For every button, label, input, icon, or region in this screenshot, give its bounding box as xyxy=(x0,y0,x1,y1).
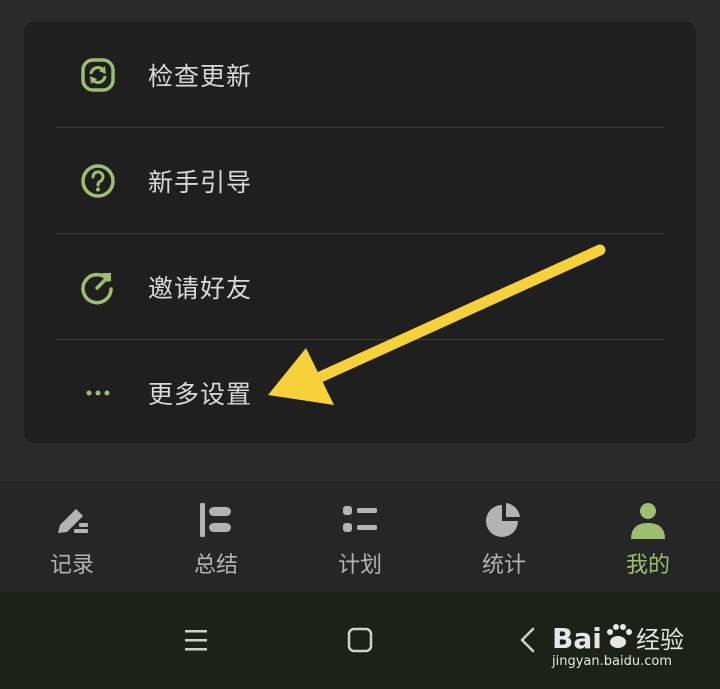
screen: 检查更新 新手引导 邀请好友 更多设置 记录 总结 计划 统计 我的 Bai 经… xyxy=(0,0,720,689)
tab-mine[interactable]: 我的 xyxy=(576,481,720,592)
menu-item-guide[interactable]: 新手引导 xyxy=(56,128,664,234)
share-arrow-icon xyxy=(78,267,118,307)
watermark-url: jingyan.baidu.com xyxy=(552,654,672,669)
more-dots-icon xyxy=(78,373,118,413)
baidu-jingyan-watermark: Bai 经验 jingyan.baidu.com xyxy=(552,618,712,674)
pen-icon xyxy=(58,509,88,533)
menu-item-label: 更多设置 xyxy=(148,380,253,409)
tab-stats[interactable]: 统计 xyxy=(432,481,576,592)
baidu-logo-icon: Bai 经验 xyxy=(552,622,684,655)
menu-item-label: 检查更新 xyxy=(148,61,253,91)
pie-chart-icon xyxy=(486,503,520,537)
menu-item-invite[interactable]: 邀请好友 xyxy=(56,234,664,340)
menu-item-check-update[interactable]: 检查更新 xyxy=(56,22,664,128)
tab-record[interactable]: 记录 xyxy=(0,481,144,592)
svg-text:Bai: Bai xyxy=(552,622,602,655)
tab-label: 总结 xyxy=(193,553,238,578)
tab-label: 我的 xyxy=(625,553,670,578)
home-icon[interactable] xyxy=(340,620,380,660)
back-icon[interactable] xyxy=(508,620,548,660)
bottom-tab-bar: 记录 总结 计划 统计 我的 xyxy=(0,481,720,592)
recent-apps-icon[interactable] xyxy=(176,620,216,660)
tab-label: 记录 xyxy=(49,553,94,578)
question-circle-icon xyxy=(78,161,118,201)
menu-item-more-settings[interactable]: 更多设置 xyxy=(56,340,664,446)
list-icon xyxy=(343,506,377,532)
menu-item-label: 邀请好友 xyxy=(148,273,253,303)
menu-item-label: 新手引导 xyxy=(148,167,253,197)
tab-label: 计划 xyxy=(337,553,382,578)
refresh-icon xyxy=(78,55,118,95)
svg-text:经验: 经验 xyxy=(636,626,684,654)
tab-label: 统计 xyxy=(481,553,526,578)
tab-plan[interactable]: 计划 xyxy=(288,481,432,592)
tab-summary[interactable]: 总结 xyxy=(144,481,288,592)
summary-icon xyxy=(200,503,231,537)
settings-menu-card: 检查更新 新手引导 邀请好友 更多设置 xyxy=(24,22,696,443)
user-icon xyxy=(631,503,665,539)
